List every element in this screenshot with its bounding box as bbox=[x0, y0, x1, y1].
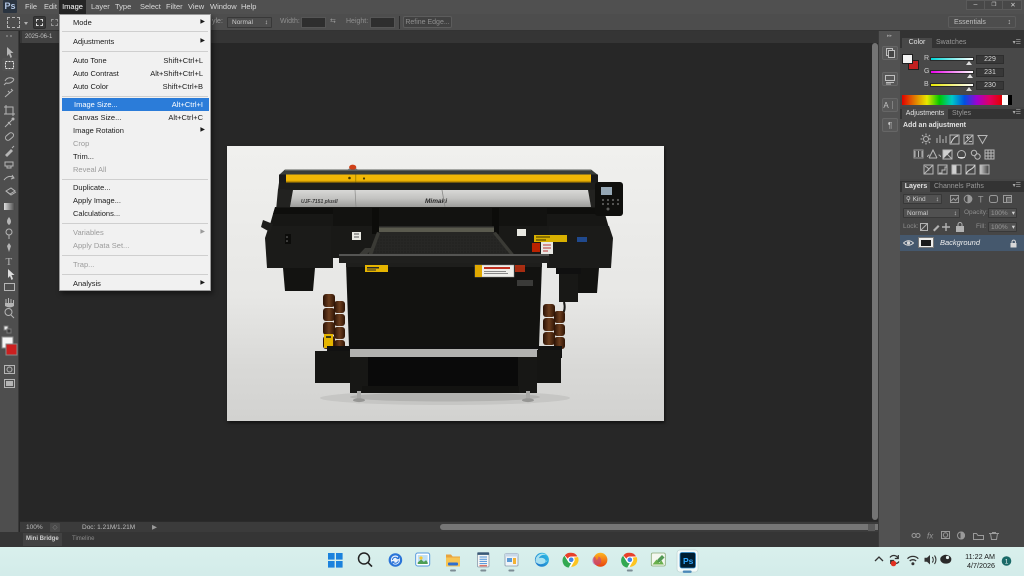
svg-text:T: T bbox=[978, 195, 984, 205]
svg-text:fx: fx bbox=[927, 532, 934, 541]
svg-text:1: 1 bbox=[1005, 559, 1009, 566]
svg-text:T: T bbox=[6, 256, 13, 268]
svg-text:11:22 AM: 11:22 AM bbox=[965, 552, 995, 561]
svg-text:UJF-7151 plusII: UJF-7151 plusII bbox=[301, 199, 338, 205]
svg-text:4/7/2026: 4/7/2026 bbox=[967, 561, 995, 570]
svg-text:Ps: Ps bbox=[683, 556, 694, 566]
